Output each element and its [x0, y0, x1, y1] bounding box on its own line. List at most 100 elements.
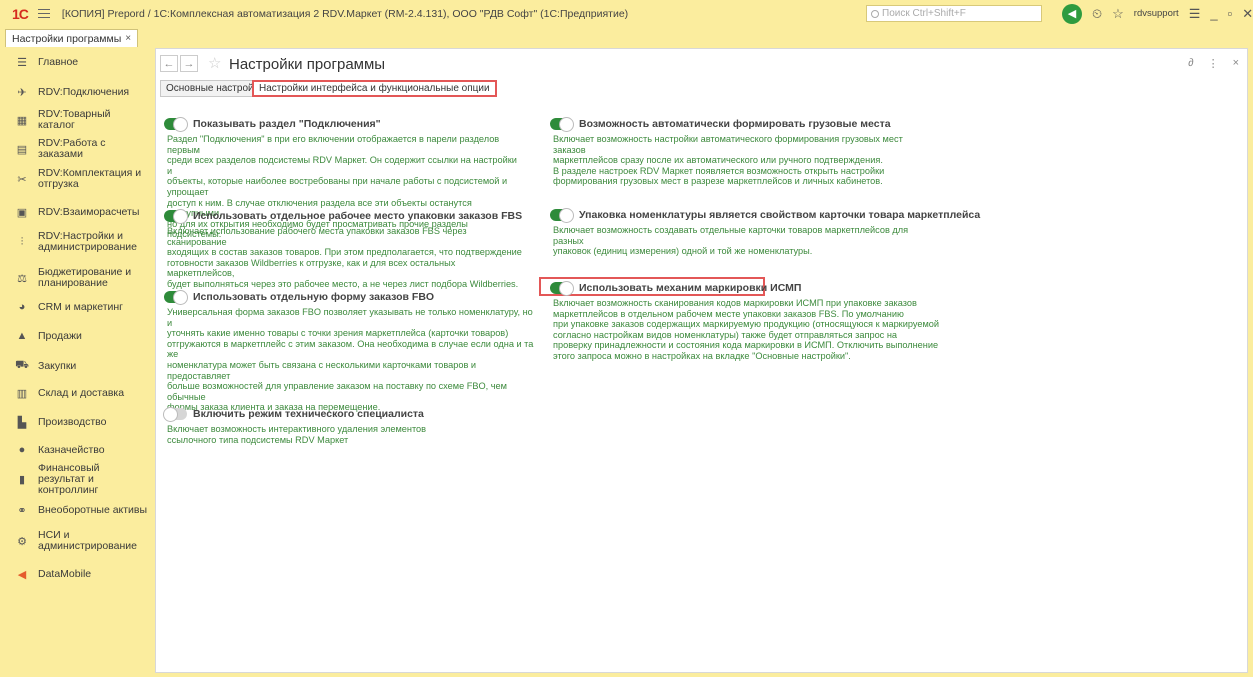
setting-description: Включает возможность создавать отдельные… [553, 225, 909, 257]
setting-title: Использовать отдельное рабочее место упа… [193, 210, 523, 222]
close-form-icon[interactable]: × [1233, 57, 1239, 70]
sidebar-item-label: Казначейство [38, 443, 105, 456]
setting-description: Включает возможность настройки автоматич… [553, 134, 903, 187]
sidebar-item-label: Продажи [38, 329, 82, 342]
setting-fbo-form: Использовать отдельную форму заказов FBO… [164, 290, 534, 412]
setting-description: Включает возможность интерактивного удал… [167, 424, 427, 445]
open-tab-label: Настройки программы [12, 32, 122, 45]
sidebar-item-label: Финансовый результат и контроллинг [38, 461, 100, 496]
sidebar-item-datamobile[interactable]: ◀ DataMobile [0, 567, 150, 581]
sidebar-item-main[interactable]: ☰ Главное [0, 55, 150, 69]
datamobile-icon: ◀ [17, 568, 27, 581]
form-actions: ∂ ⋮ × [1188, 57, 1239, 70]
main-menu-icon[interactable] [37, 9, 50, 18]
pie-icon: ◕ [18, 301, 26, 313]
favorites-icon[interactable]: ☆ [1112, 6, 1124, 22]
toggle-switch[interactable] [550, 208, 574, 223]
page-title: Настройки программы [229, 56, 386, 73]
sidebar-item-shipping[interactable]: ✂ RDV:Комплектация и отгрузка [0, 167, 150, 191]
money-icon: ● [18, 444, 26, 456]
favorite-star-icon[interactable]: ☆ [208, 54, 221, 72]
app-logo: 1С [12, 5, 29, 22]
tab-interface-options[interactable]: Настройки интерфейса и функциональные оп… [252, 80, 497, 97]
setting-show-connections: Показывать раздел "Подключения" Раздел "… [164, 117, 524, 239]
user-name[interactable]: rdvsupport [1134, 8, 1179, 19]
toggle-switch[interactable] [164, 290, 188, 305]
setting-ismp-marking: Использовать механим маркировки ИСМП Вкл… [550, 281, 940, 362]
sidebar-item-orders[interactable]: ▤ RDV:Работа с заказами [0, 138, 150, 160]
tools-icon: ✂ [17, 173, 27, 186]
sidebar-item-purchases[interactable]: ⛟ Закупки [0, 359, 150, 373]
sliders-icon: ⫶ [20, 235, 24, 248]
setting-title: Возможность автоматически формировать гр… [579, 118, 891, 130]
open-tab-settings[interactable]: Настройки программы × [5, 29, 139, 47]
chart-icon: ▮ [18, 473, 26, 486]
sidebar-item-crm[interactable]: ◕ CRM и маркетинг [0, 300, 150, 314]
sidebar-item-label: DataMobile [38, 567, 92, 580]
open-windows-bar: Настройки программы × [0, 27, 1253, 47]
sidebar-item-label: Главное [38, 55, 79, 68]
setting-auto-cargo-places: Возможность автоматически формировать гр… [550, 117, 930, 186]
forward-button[interactable]: → [180, 55, 198, 72]
sections-panel: ☰ Главное ✈ RDV:Подключения ▦ RDV:Товарный … [0, 47, 150, 677]
setting-title: Использовать отдельную форму заказов FBO [193, 291, 435, 303]
toggle-switch[interactable] [164, 117, 188, 132]
search-icon [871, 9, 879, 18]
maximize-icon[interactable]: ▫ [1228, 6, 1233, 21]
sidebar-item-settlements[interactable]: ▣ RDV:Взаиморасчеты [0, 205, 150, 219]
sidebar-item-label: RDV:Работа с заказами [38, 137, 106, 160]
setting-title: Упаковка номенклатуры является свойством… [579, 209, 981, 221]
warehouse-icon: ▥ [16, 387, 28, 400]
setting-description: Универсальная форма заказов FBO позволяе… [167, 307, 534, 413]
close-window-icon[interactable]: ✕ [1242, 6, 1253, 22]
toggle-switch[interactable] [550, 281, 574, 296]
sidebar-item-connections[interactable]: ✈ RDV:Подключения [0, 85, 150, 99]
toggle-switch[interactable] [164, 209, 188, 224]
settings-form: ← → ☆ Настройки программы ∂ ⋮ × Основные… [155, 48, 1248, 673]
back-button[interactable]: ← [160, 55, 178, 72]
sidebar-item-treasury[interactable]: ● Казначейство [0, 443, 150, 457]
sidebar-item-label: RDV:Настройки и администрирование [38, 230, 137, 253]
sidebar-item-warehouse[interactable]: ▥ Склад и доставка [0, 386, 150, 400]
cart-icon: ⛟ [15, 359, 29, 371]
factory-icon: ▙ [17, 416, 27, 429]
setting-fbs-workplace: Использовать отдельное рабочее место упа… [164, 209, 524, 289]
sidebar-item-label: Внеоборотные активы [38, 503, 148, 516]
setting-title: Включить режим технического специалиста [193, 408, 424, 420]
close-tab-icon[interactable]: × [125, 33, 131, 44]
sidebar-item-label: Закупки [38, 359, 77, 372]
sidebar-item-controlling[interactable]: ▮ Финансовый результат и контроллинг [0, 462, 150, 495]
setting-title: Показывать раздел "Подключения" [193, 118, 381, 130]
search-input[interactable]: Поиск Ctrl+Shift+F [866, 5, 1042, 22]
sidebar-item-production[interactable]: ▙ Производство [0, 415, 150, 429]
sidebar-item-label: RDV:Комплектация и отгрузка [38, 167, 142, 190]
window-title: [КОПИЯ] Prepord / 1С:Комплексная автомат… [61, 7, 629, 20]
more-icon[interactable]: ⋮ [1208, 57, 1219, 70]
setting-packaging-property: Упаковка номенклатуры является свойством… [550, 208, 980, 256]
link-icon[interactable]: ∂ [1188, 57, 1193, 70]
toggle-switch[interactable] [163, 407, 187, 422]
notification-icon[interactable]: ◀ [1062, 3, 1082, 24]
sidebar-item-label: Производство [38, 415, 107, 428]
grid-icon: ▦ [16, 114, 28, 127]
sidebar-item-label: CRM и маркетинг [38, 300, 124, 313]
sidebar-item-budgeting[interactable]: ⚖ Бюджетирование и планирование [0, 266, 150, 290]
sidebar-item-label: Бюджетирование и планирование [38, 266, 132, 289]
sidebar-item-nsi-admin[interactable]: ⚙ НСИ и администрирование [0, 529, 150, 553]
sidebar-item-catalog[interactable]: ▦ RDV:Товарный каталог [0, 109, 150, 131]
sidebar-item-label: НСИ и администрирование [38, 529, 137, 552]
sidebar-item-sales[interactable]: ▲ Продажи [0, 329, 150, 343]
minimize-icon[interactable]: _ [1210, 6, 1217, 21]
toggle-switch[interactable] [550, 117, 574, 132]
sidebar-item-fixed-assets[interactable]: ⚭ Внеоборотные активы [0, 503, 150, 517]
gear-icon: ⚙ [17, 535, 27, 548]
history-icon[interactable]: ⏲ [1092, 6, 1102, 22]
titlebar-actions: ◀ ⏲ ☆ rdvsupport ☰ _ ▫ ✕ [1062, 3, 1253, 24]
bag-icon: ▲ [16, 330, 28, 342]
menu-icon: ☰ [17, 56, 27, 69]
settings-menu-icon[interactable]: ☰ [1189, 6, 1201, 22]
sidebar-item-rdv-admin[interactable]: ⫶ RDV:Настройки и администрирование [0, 230, 150, 254]
setting-description: Включает возможность сканирования кодов … [553, 298, 939, 361]
sidebar-item-label: RDV:Подключения [38, 85, 130, 98]
title-bar: 1С [КОПИЯ] Prepord / 1С:Комплексная авто… [0, 0, 1253, 27]
